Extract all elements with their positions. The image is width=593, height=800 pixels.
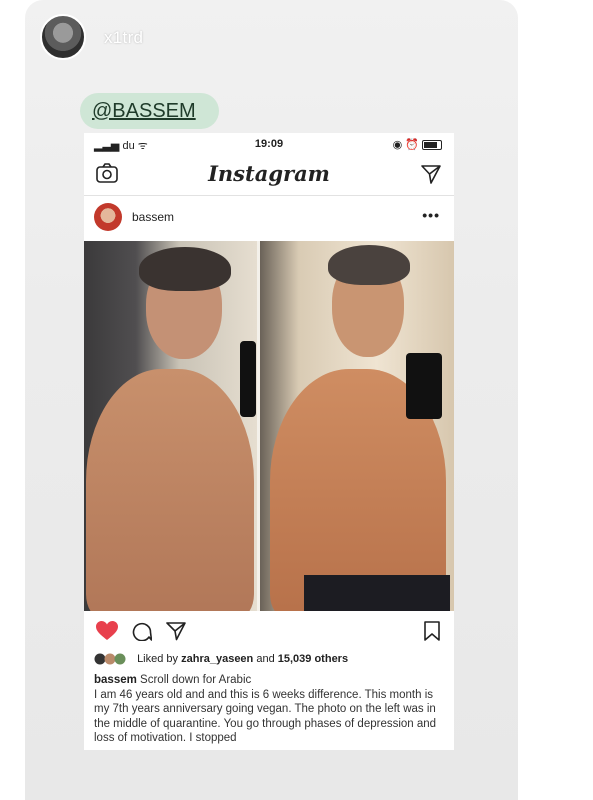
post-avatar[interactable]: [94, 203, 122, 231]
post-header: bassem •••: [84, 197, 454, 241]
status-icons: ◉ ⏰: [393, 138, 442, 151]
comment-icon[interactable]: [132, 621, 152, 641]
shorts-after: [304, 575, 450, 611]
caption-username[interactable]: bassem: [94, 674, 137, 686]
photo-after: [260, 241, 454, 611]
post-caption: bassem Scroll down for Arabic I am 46 ye…: [94, 673, 446, 746]
post-actions: [84, 611, 454, 649]
caption-body: I am 46 years old and and this is 6 week…: [94, 688, 437, 745]
alarm-icon: ◉ ⏰: [392, 139, 419, 151]
photo-before: [84, 241, 257, 611]
likes-line: Liked by zahra_yaseen and 15,039 others: [94, 653, 348, 665]
torso-before: [86, 369, 254, 611]
send-icon[interactable]: [420, 163, 442, 185]
likes-count[interactable]: 15,039 others: [278, 653, 348, 665]
instagram-logo: Instagram: [208, 161, 330, 186]
hair-after: [328, 245, 410, 285]
post-username[interactable]: bassem: [132, 210, 174, 224]
phone-before: [240, 341, 256, 417]
instagram-screenshot: ▂▃▅ du ᯤ 19:09 ◉ ⏰ Instagram bassem •••: [84, 133, 454, 750]
hair-before: [139, 247, 231, 291]
battery-icon: [422, 140, 442, 151]
heart-icon[interactable]: [96, 621, 118, 641]
more-icon[interactable]: •••: [422, 207, 440, 223]
likes-and: and: [256, 653, 275, 665]
caption-first-line: Scroll down for Arabic: [140, 674, 252, 686]
status-bar: ▂▃▅ du ᯤ 19:09 ◉ ⏰: [84, 133, 454, 155]
liker-avatars: [94, 653, 126, 665]
likes-user[interactable]: zahra_yaseen: [181, 653, 253, 665]
story-avatar[interactable]: [40, 14, 86, 60]
likes-prefix: Liked by: [137, 653, 179, 665]
instagram-header: Instagram: [84, 155, 454, 196]
post-photo[interactable]: [84, 241, 454, 611]
mention-sticker[interactable]: @BASSEM: [80, 93, 219, 129]
share-icon[interactable]: [166, 621, 186, 641]
story-username[interactable]: x1trd: [104, 28, 143, 48]
phone-after: [406, 353, 442, 419]
bookmark-icon[interactable]: [424, 621, 440, 641]
